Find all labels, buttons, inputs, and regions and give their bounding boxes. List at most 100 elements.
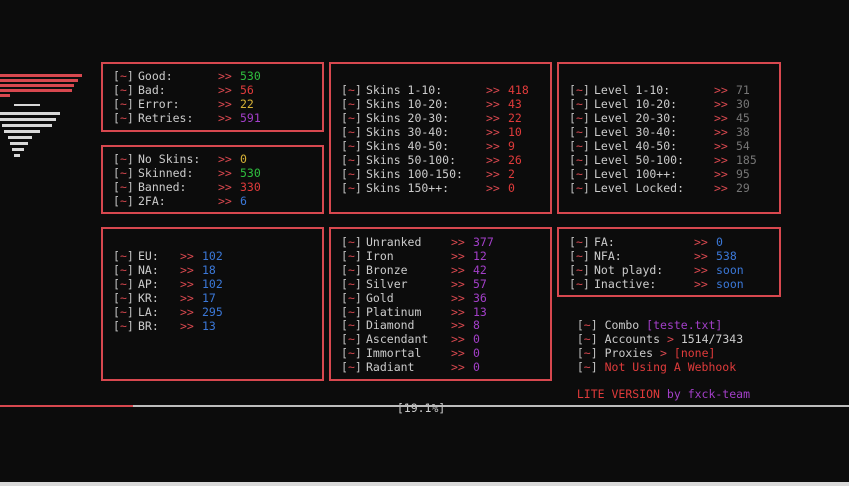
skin-status-panel: [101, 145, 324, 214]
stat-row-value: 530: [240, 69, 261, 83]
access-row: [~] NFA: >> 538: [569, 249, 737, 263]
level-row-label: Level 10-20:: [594, 97, 678, 111]
skin-status-row: [~] Skinned: >> 530: [113, 166, 261, 180]
skins-row-label: Skins 10-20:: [366, 97, 450, 111]
arrow-indicator: >>: [451, 262, 465, 277]
skins-row: [~] Skins 50-100: >> 26: [341, 153, 522, 167]
stat-row-value: 56: [240, 83, 254, 97]
rank-row-value: 13: [473, 304, 487, 319]
webhook-line: [~] Not Using A Webhook: [576, 360, 737, 374]
access-row-value: 538: [716, 249, 737, 263]
arrow-indicator: >>: [714, 111, 728, 125]
arrow-indicator: >>: [451, 290, 465, 305]
rank-row: [~] Unranked >> 377: [341, 235, 494, 249]
region-row: [~] AP: >> 102: [113, 277, 223, 291]
arrow-indicator: >>: [451, 235, 465, 249]
skins-row-label: Skins 150++:: [366, 181, 450, 195]
region-row-label: NA:: [138, 263, 159, 277]
rank-row-label: Ascendant: [366, 332, 429, 347]
region-row: [~] NA: >> 18: [113, 263, 216, 277]
level-row-value: 29: [736, 181, 750, 195]
level-row: [~] Level 10-20: >> 30: [569, 97, 750, 111]
skins-row-value: 0: [508, 181, 515, 195]
skins-row: [~] Skins 10-20: >> 43: [341, 97, 522, 111]
arrow-indicator: >>: [486, 181, 500, 195]
accounts-line: [~] Accounts > 1514/7343: [576, 332, 744, 346]
stats-panel: [101, 62, 324, 132]
rank-row: [~] Gold >> 36: [341, 290, 487, 305]
skins-row: [~] Skins 40-50: >> 9: [341, 139, 515, 153]
arrow-indicator: >>: [451, 304, 465, 319]
access-row-label: FA:: [594, 235, 615, 249]
skin-status-row-label: No Skins:: [138, 152, 201, 166]
stat-row-label: Error:: [138, 97, 180, 111]
arrow-indicator: >>: [451, 332, 465, 347]
logo-ascii-art: [0, 74, 82, 157]
arrow-indicator: >>: [451, 346, 465, 361]
rank-row-label: Unranked: [366, 235, 422, 249]
arrow-indicator: >>: [694, 249, 708, 263]
skins-row-value: 9: [508, 139, 515, 153]
stat-row-label: Good:: [138, 69, 173, 83]
arrow-indicator: >>: [218, 166, 232, 180]
rank-row-label: Gold: [366, 290, 394, 305]
proxies-line: [~] Proxies > [none]: [576, 346, 716, 360]
region-row-label: LA:: [138, 305, 159, 319]
arrow-indicator: >>: [180, 319, 194, 333]
level-row: [~] Level 40-50: >> 54: [569, 139, 750, 153]
skin-status-row-value: 0: [240, 152, 247, 166]
level-row-label: Level 30-40:: [594, 125, 678, 139]
region-row-value: 18: [202, 263, 216, 277]
skins-row-label: Skins 1-10:: [366, 83, 443, 97]
combo-line: [~] Combo [teste.txt]: [576, 318, 723, 332]
access-row: [~] FA: >> 0: [569, 235, 723, 249]
ranks-panel: [329, 227, 552, 381]
skins-row-label: Skins 100-150:: [366, 167, 463, 181]
arrow-indicator: >>: [451, 276, 465, 291]
arrow-indicator: >>: [694, 277, 708, 291]
skin-status-row-value: 6: [240, 194, 247, 208]
arrow-indicator: >>: [694, 235, 708, 249]
arrow-indicator: >>: [486, 139, 500, 153]
stat-row: [~] Error: >> 22: [113, 97, 254, 111]
access-row: [~] Inactive: >> soon: [569, 277, 744, 291]
level-row-label: Level 100++:: [594, 167, 678, 181]
arrow-indicator: >>: [714, 167, 728, 181]
stat-row-label: Bad:: [138, 83, 166, 97]
region-row-label: EU:: [138, 249, 159, 263]
level-row-value: 185: [736, 153, 757, 167]
level-row-label: Level 40-50:: [594, 139, 678, 153]
arrow-indicator: >>: [180, 305, 194, 319]
arrow-indicator: >>: [218, 69, 232, 83]
skins-row: [~] Skins 150++: >> 0: [341, 181, 515, 195]
skins-row-label: Skins 20-30:: [366, 111, 450, 125]
arrow-indicator: >>: [180, 249, 194, 263]
stat-row: [~] Good: >> 530: [113, 69, 261, 83]
arrow-indicator: >>: [694, 263, 708, 277]
region-row-label: BR:: [138, 319, 159, 333]
level-row-label: Level 20-30:: [594, 111, 678, 125]
level-row-label: Level Locked:: [594, 181, 685, 195]
level-row: [~] Level 30-40: >> 38: [569, 125, 750, 139]
skins-row: [~] Skins 20-30: >> 22: [341, 111, 522, 125]
level-row-value: 95: [736, 167, 750, 181]
arrow-indicator: >>: [180, 291, 194, 305]
rank-row: [~] Iron >> 12: [341, 248, 487, 263]
rank-row: [~] Diamond >> 8: [341, 318, 480, 333]
rank-row-value: 377: [473, 235, 494, 249]
level-row-label: Level 50-100:: [594, 153, 685, 167]
access-row-label: NFA:: [594, 249, 622, 263]
arrow-indicator: >>: [218, 180, 232, 194]
arrow-indicator: >>: [180, 263, 194, 277]
arrow-indicator: >>: [714, 181, 728, 195]
rank-row: [~] Platinum >> 13: [341, 304, 487, 319]
level-row-label: Level 1-10:: [594, 83, 671, 97]
skins-row-value: 43: [508, 97, 522, 111]
access-row: [~] Not playd: >> soon: [569, 263, 744, 277]
skins-row: [~] Skins 30-40: >> 10: [341, 125, 522, 139]
skins-row: [~] Skins 100-150: >> 2: [341, 167, 515, 181]
arrow-indicator: >>: [451, 360, 465, 375]
arrow-indicator: >>: [451, 248, 465, 263]
skin-status-row-value: 530: [240, 166, 261, 180]
skins-row-label: Skins 50-100:: [366, 153, 457, 167]
